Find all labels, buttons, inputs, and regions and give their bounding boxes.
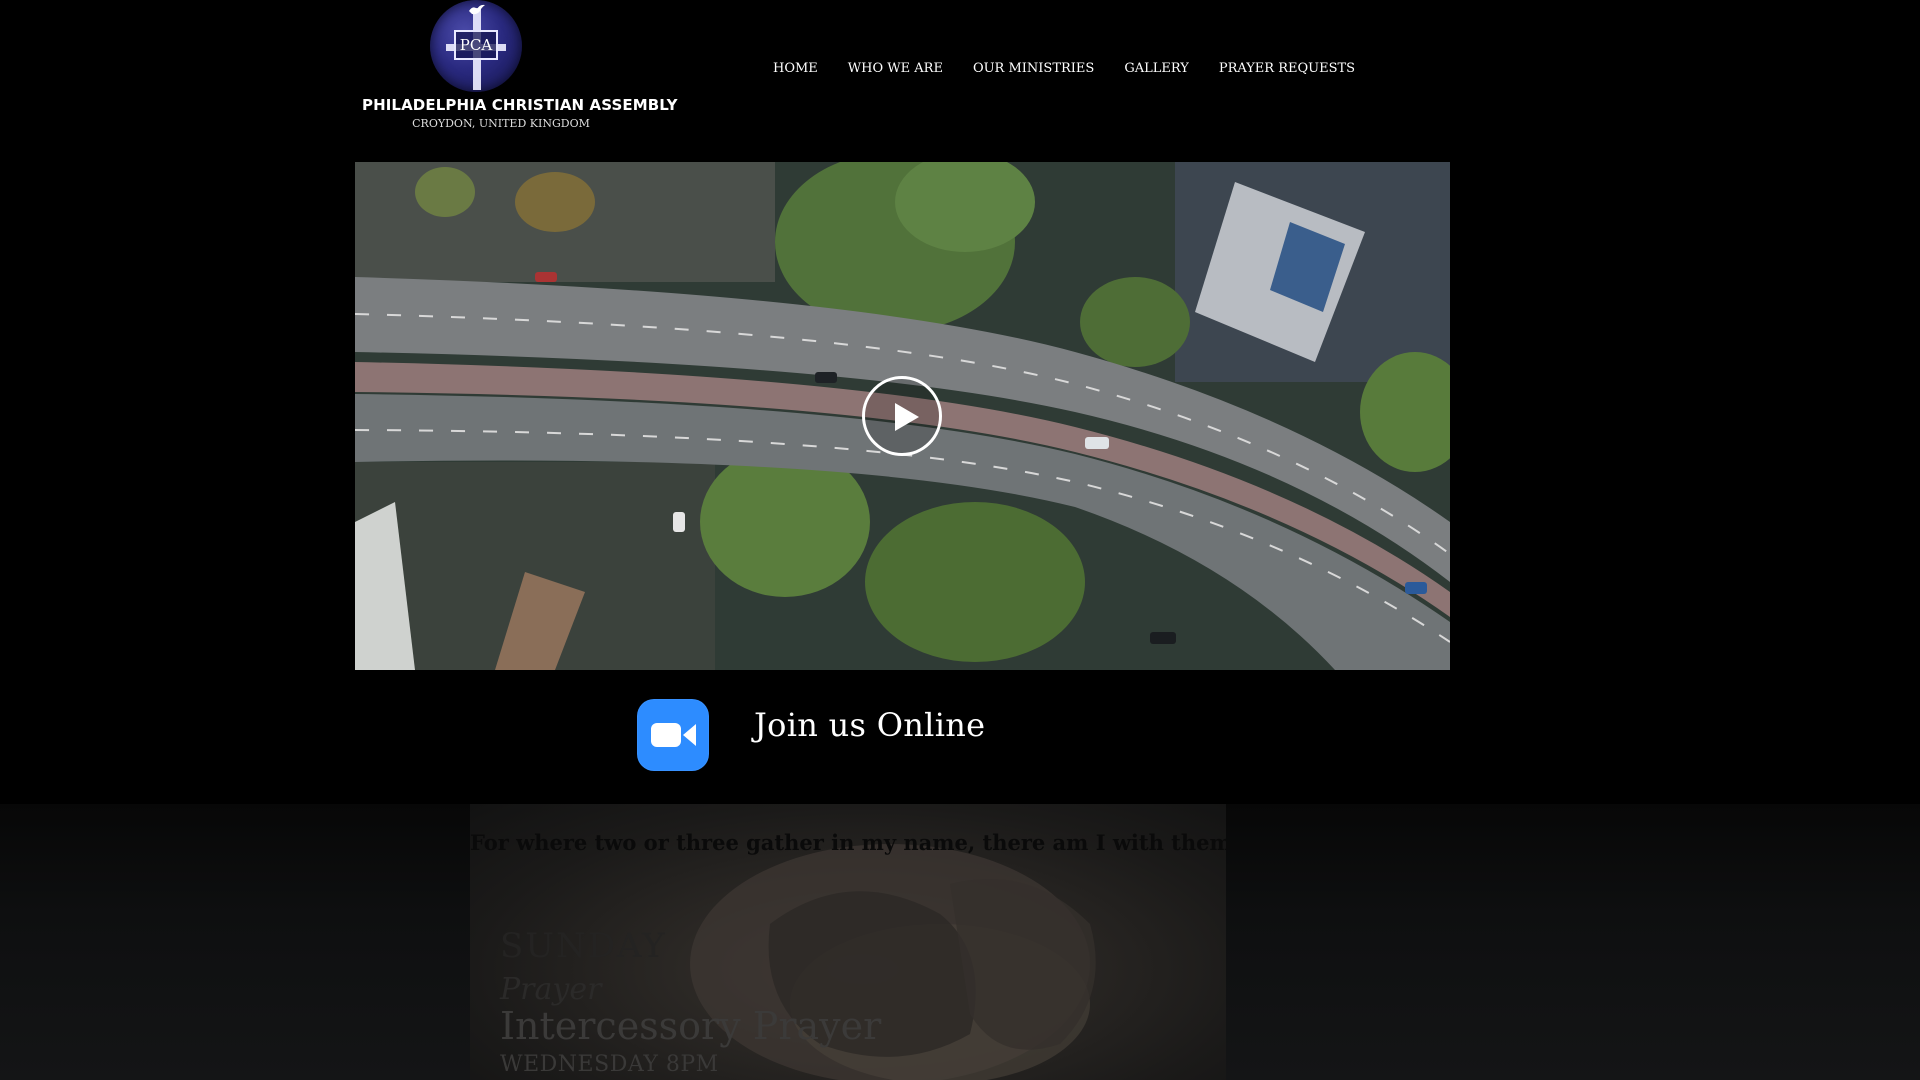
nav-prayer-requests[interactable]: PRAYER REQUESTS xyxy=(1219,61,1355,76)
prayer-schedule: WEDNESDAY 8PM xyxy=(500,1052,719,1077)
logo-monogram: PCA xyxy=(454,30,498,60)
script-label: Prayer xyxy=(500,972,602,1007)
play-icon xyxy=(895,403,919,431)
nav-gallery[interactable]: GALLERY xyxy=(1124,61,1189,76)
main-nav: HOME WHO WE ARE OUR MINISTRIES GALLERY P… xyxy=(773,61,1355,76)
nav-home[interactable]: HOME xyxy=(773,61,818,76)
prayer-banner-image: For where two or three gather in my name… xyxy=(470,804,1226,1080)
site-location: CROYDON, UNITED KINGDOM xyxy=(412,117,590,130)
hero-video[interactable] xyxy=(355,162,1450,670)
dove-icon xyxy=(469,4,485,15)
nav-who-we-are[interactable]: WHO WE ARE xyxy=(848,61,943,76)
video-camera-icon[interactable] xyxy=(637,699,709,771)
sunday-label: SUNDAY xyxy=(500,926,667,966)
intercessory-prayer-title: Intercessory Prayer xyxy=(500,1004,882,1048)
scripture-verse: For where two or three gather in my name… xyxy=(470,830,1226,855)
join-online-link[interactable]: Join us Online xyxy=(754,706,985,744)
play-button[interactable] xyxy=(862,376,942,456)
nav-our-ministries[interactable]: OUR MINISTRIES xyxy=(973,61,1094,76)
site-logo[interactable]: PCA PHILADELPHIA CHRISTIAN ASSEMBLY CROY… xyxy=(362,0,678,132)
camera-lens xyxy=(683,724,696,746)
camera-body xyxy=(651,723,681,747)
site-title: PHILADELPHIA CHRISTIAN ASSEMBLY xyxy=(362,96,678,114)
logo-emblem: PCA xyxy=(430,0,522,92)
